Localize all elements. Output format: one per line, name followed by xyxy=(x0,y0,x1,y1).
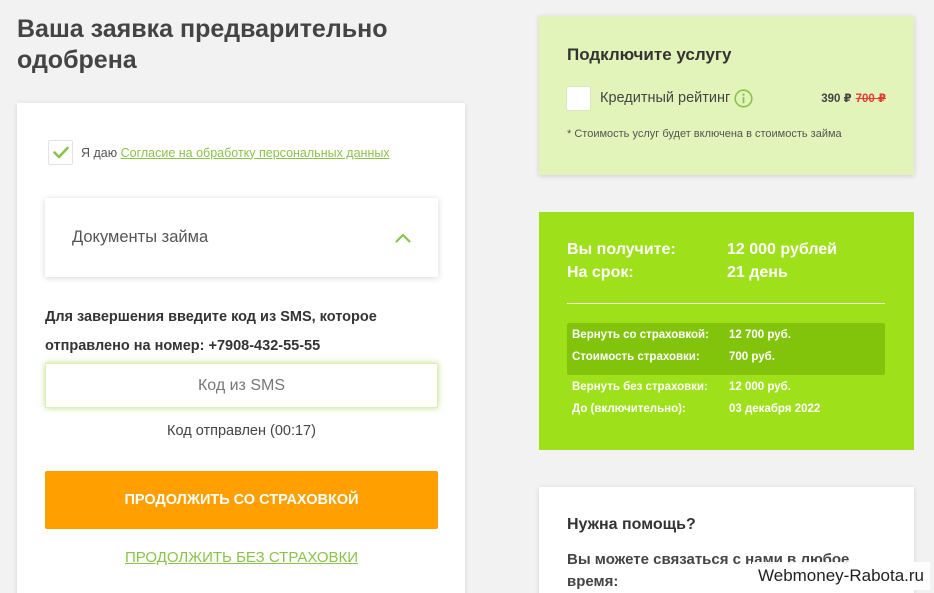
continue-without-insurance-link[interactable]: ПРОДОЛЖИТЬ БЕЗ СТРАХОВКИ xyxy=(45,549,438,566)
credit-rating-checkbox[interactable] xyxy=(566,85,591,111)
receive-value: 12 000 рублей xyxy=(727,241,838,258)
documents-accordion[interactable]: Документы займа xyxy=(45,198,438,277)
consent-text: Я даю Согласие на обработку персональных… xyxy=(81,146,390,160)
sms-code-input[interactable] xyxy=(45,363,438,408)
receive-label: Вы получите: xyxy=(567,241,676,258)
consent-link[interactable]: Согласие на обработку персональных данны… xyxy=(121,146,390,160)
term-label: На срок: xyxy=(567,264,634,281)
repay-insured-label: Вернуть со страховкой: xyxy=(572,329,709,341)
service-old-price: 700 ₽ xyxy=(855,93,886,105)
sms-instruction: Для завершения введите код из SMS, котор… xyxy=(45,309,377,354)
service-price: 390 ₽ xyxy=(821,93,852,105)
service-note: * Стоимость услуг будет включена в стоим… xyxy=(567,128,842,140)
insurance-cost-value: 700 руб. xyxy=(729,351,775,363)
sms-status: Код отправлен (00:17) xyxy=(167,423,316,439)
due-date-value: 03 декабря 2022 xyxy=(729,403,821,415)
service-name: Кредитный рейтинг xyxy=(600,90,731,106)
repay-uninsured-value: 12 000 руб. xyxy=(729,381,791,393)
repay-insured-value: 12 700 руб. xyxy=(729,329,791,341)
consent-prefix: Я даю xyxy=(81,145,118,160)
watermark: Webmoney-Rabota.ru xyxy=(752,562,930,590)
due-date-label: До (включительно): xyxy=(572,403,686,415)
service-title: Подключите услугу xyxy=(567,45,732,64)
due-date-row: До (включительно): 03 декабря 2022 xyxy=(572,403,820,415)
term-value: 21 день xyxy=(727,264,788,281)
receive-row: Вы получите: 12 000 рублей xyxy=(567,241,837,259)
help-title: Нужна помощь? xyxy=(567,516,696,533)
info-icon[interactable] xyxy=(734,88,753,108)
term-row: На срок: 21 день xyxy=(567,264,788,282)
insurance-cost-label: Стоимость страховки: xyxy=(572,351,700,363)
service-row: Кредитный рейтинг 390 ₽ 700 ₽ xyxy=(566,85,886,111)
repay-uninsured-label: Вернуть без страховки: xyxy=(572,381,708,393)
chevron-up-icon xyxy=(395,233,411,243)
consent-checkbox[interactable] xyxy=(48,140,73,165)
continue-with-insurance-button[interactable]: ПРОДОЛЖИТЬ СО СТРАХОВКОЙ xyxy=(45,471,438,529)
documents-title: Документы займа xyxy=(72,228,209,246)
loan-summary-card: Вы получите: 12 000 рублей На срок: 21 ден… xyxy=(539,212,914,450)
insurance-cost-row: Стоимость страховки: 700 руб. xyxy=(572,351,775,363)
application-card: Я даю Согласие на обработку персональных… xyxy=(17,103,465,593)
service-card: Подключите услугу Кредитный рейтинг 390 … xyxy=(539,16,914,175)
repay-insured-row: Вернуть со страховкой: 12 700 руб. xyxy=(572,329,791,341)
consent-row: Я даю Согласие на обработку персональных… xyxy=(48,140,390,165)
summary-divider xyxy=(567,303,885,304)
page-title: Ваша заявка предварительно одобрена xyxy=(17,15,388,74)
repay-uninsured-row: Вернуть без страховки: 12 000 руб. xyxy=(572,381,791,393)
checkmark-icon xyxy=(52,146,69,159)
